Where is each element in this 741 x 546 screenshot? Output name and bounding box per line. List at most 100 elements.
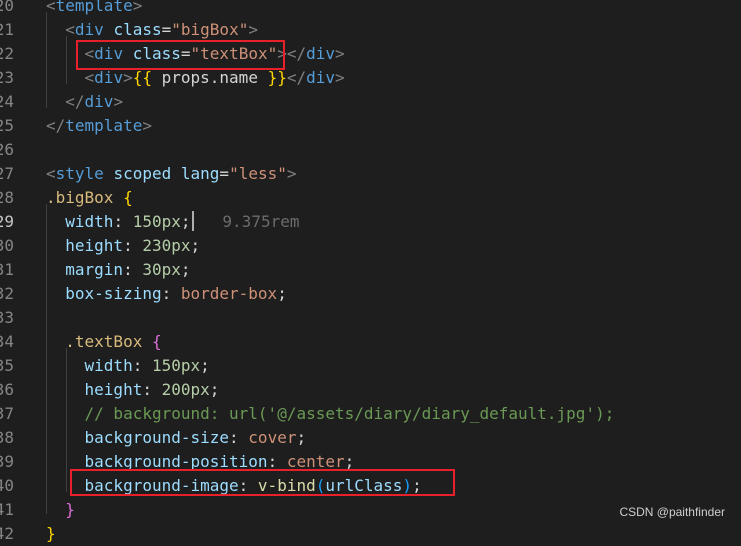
code-token: ; [180, 212, 191, 231]
code-line[interactable]: 32 box-sizing: border-box; [0, 282, 741, 306]
code-token: { [151, 332, 162, 351]
line-number: 23 [0, 68, 14, 87]
code-token: > [132, 0, 143, 15]
line-number: 35 [0, 356, 14, 375]
code-token: 150px [151, 356, 201, 375]
code-token: }} [267, 68, 287, 87]
code-token: } [65, 500, 75, 519]
line-number: 24 [0, 92, 14, 111]
code-token: box-sizing [65, 284, 162, 303]
code-token: < [65, 20, 75, 39]
code-token: </ [286, 68, 307, 87]
line-number: 41 [0, 500, 14, 519]
code-token: > [335, 44, 345, 63]
code-token: < [46, 164, 56, 183]
code-token: : [142, 380, 162, 399]
code-token: } [46, 524, 56, 543]
code-token: = [219, 164, 230, 183]
code-token: : [161, 284, 181, 303]
line-number: 25 [0, 116, 14, 135]
code-token: </ [46, 116, 66, 135]
line-code: } [46, 522, 56, 546]
line-code: .bigBox { [46, 186, 133, 210]
code-line[interactable]: 31 margin: 30px; [0, 258, 741, 282]
inline-hint: 9.375rem [193, 212, 300, 231]
line-code: .textBox { [46, 330, 162, 354]
code-token: > [142, 116, 152, 135]
line-code: height: 200px; [46, 378, 220, 402]
highlight-box-background-image [70, 469, 455, 496]
code-token: ; [209, 380, 220, 399]
code-line[interactable]: 37 // background: url('@/assets/diary/di… [0, 402, 741, 426]
code-token: height [65, 236, 124, 255]
code-token: { [123, 188, 133, 207]
line-code: } [46, 498, 75, 522]
code-line[interactable]: 33 [0, 306, 741, 330]
code-token: cover [248, 428, 297, 447]
code-line[interactable]: 28 .bigBox { [0, 186, 741, 210]
code-token: style [55, 164, 104, 183]
code-line[interactable]: 38 background-size: cover; [0, 426, 741, 450]
code-token: > [113, 92, 124, 111]
code-line[interactable]: 36 height: 200px; [0, 378, 741, 402]
line-code: <div class="bigBox"> [46, 18, 258, 42]
code-token: class [113, 20, 162, 39]
code-token: scoped [113, 164, 172, 183]
line-number: 29 [0, 212, 14, 231]
line-code: box-sizing: border-box; [46, 282, 287, 306]
code-token: div [306, 44, 336, 63]
watermark: CSDN @paithfinder [619, 505, 725, 519]
code-editor[interactable]: 20<template>21 <div class="bigBox">22 <d… [0, 0, 741, 543]
code-token: > [286, 164, 297, 183]
line-number: 26 [0, 140, 14, 159]
code-token: background-size [84, 428, 230, 447]
line-number: 40 [0, 476, 14, 495]
code-line[interactable]: 35 width: 150px; [0, 354, 741, 378]
code-line[interactable]: 26 [0, 138, 741, 162]
code-line[interactable]: 34 .textBox { [0, 330, 741, 354]
line-number: 27 [0, 164, 14, 183]
line-number: 39 [0, 452, 14, 471]
code-line[interactable]: 29 width: 150px; 9.375rem [0, 210, 741, 234]
code-line[interactable]: 21 <div class="bigBox"> [0, 18, 741, 42]
code-token: div [306, 68, 336, 87]
code-token: ; [277, 284, 287, 303]
code-line[interactable]: 27 <style scoped lang="less"> [0, 162, 741, 186]
line-number: 30 [0, 236, 14, 255]
code-token: : [229, 428, 249, 447]
code-line[interactable]: 30 height: 230px; [0, 234, 741, 258]
code-token: </ [65, 92, 85, 111]
code-line[interactable]: 42} [0, 522, 741, 546]
code-token: > [123, 68, 133, 87]
code-token: "bigBox" [171, 20, 249, 39]
code-token: ; [200, 356, 210, 375]
code-token: 230px [142, 236, 191, 255]
code-line[interactable]: 25 </template> [0, 114, 741, 138]
code-token: div [74, 20, 104, 39]
line-number: 20 [0, 0, 14, 15]
code-token: : [123, 260, 143, 279]
code-token: < [84, 68, 95, 87]
line-code: </div> [46, 90, 123, 114]
line-code: <template> [46, 0, 142, 18]
line-number: 38 [0, 428, 14, 447]
code-token: : [113, 212, 133, 231]
code-token: lang [180, 164, 220, 183]
line-code: background-size: cover; [46, 426, 307, 450]
code-line[interactable]: 20 <template> [0, 0, 741, 18]
code-token: margin [65, 260, 124, 279]
line-number: 32 [0, 284, 14, 303]
code-line[interactable]: 24 </div> [0, 90, 741, 114]
code-token: "less" [229, 164, 287, 183]
